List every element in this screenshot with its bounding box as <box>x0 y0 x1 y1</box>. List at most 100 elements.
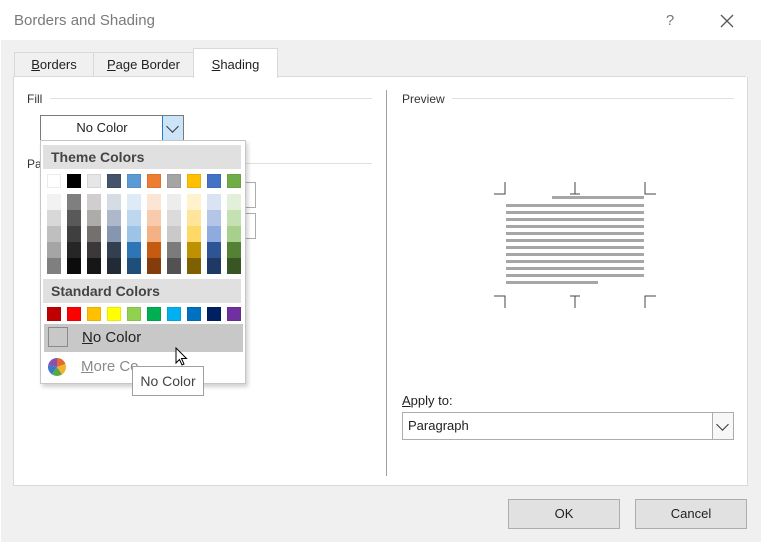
theme-shade-swatch[interactable] <box>127 194 141 210</box>
theme-shade-swatch[interactable] <box>187 194 201 210</box>
apply-to-mnemonic: A <box>402 393 411 408</box>
standard-color-swatch[interactable] <box>67 307 81 321</box>
theme-shade-swatch[interactable] <box>47 194 61 210</box>
theme-shade-swatch[interactable] <box>227 210 241 226</box>
theme-shade-swatch[interactable] <box>147 210 161 226</box>
theme-shade-swatch[interactable] <box>227 226 241 242</box>
theme-color-swatch[interactable] <box>67 174 81 188</box>
theme-shade-swatch[interactable] <box>127 258 141 274</box>
theme-shade-swatch[interactable] <box>167 210 181 226</box>
tab-shading-label: hading <box>220 57 260 72</box>
standard-color-swatch[interactable] <box>227 307 241 321</box>
theme-color-swatch[interactable] <box>107 174 121 188</box>
tab-shading-mnemonic: S <box>211 57 221 72</box>
theme-shade-swatch[interactable] <box>147 258 161 274</box>
theme-shade-swatch[interactable] <box>87 194 101 210</box>
tab-borders-mnemonic: B <box>31 57 40 72</box>
theme-shade-swatch[interactable] <box>87 210 101 226</box>
apply-to-dropdown-button[interactable] <box>712 413 733 439</box>
standard-color-swatch[interactable] <box>47 307 61 321</box>
tab-shading[interactable]: Shading <box>193 48 278 78</box>
no-color-label-wrap: No Color <box>82 329 141 346</box>
cancel-button[interactable]: Cancel <box>635 499 747 529</box>
theme-shade-swatch[interactable] <box>127 226 141 242</box>
fill-dropdown[interactable]: No Color <box>40 115 184 141</box>
help-button[interactable]: ? <box>660 11 680 31</box>
theme-shade-swatch[interactable] <box>87 258 101 274</box>
no-color-swatch <box>48 327 68 347</box>
preview-label: Preview <box>402 92 445 106</box>
theme-shade-swatch[interactable] <box>147 242 161 258</box>
no-color-mnemonic: N <box>82 329 93 346</box>
standard-color-swatch[interactable] <box>187 307 201 321</box>
preview-area <box>490 180 660 310</box>
theme-shade-swatch[interactable] <box>67 194 81 210</box>
apply-to-value: Paragraph <box>408 418 469 433</box>
fill-dropdown-button[interactable] <box>162 116 183 140</box>
theme-shade-swatch[interactable] <box>147 226 161 242</box>
theme-shade-swatch[interactable] <box>227 242 241 258</box>
theme-shade-swatch[interactable] <box>67 226 81 242</box>
theme-shade-swatch[interactable] <box>187 242 201 258</box>
standard-color-swatch[interactable] <box>147 307 161 321</box>
theme-color-swatch[interactable] <box>47 174 61 188</box>
theme-shade-swatch[interactable] <box>187 210 201 226</box>
theme-shade-swatch[interactable] <box>47 226 61 242</box>
theme-shade-swatch[interactable] <box>127 210 141 226</box>
panel-divider <box>386 90 387 476</box>
theme-shade-swatch[interactable] <box>107 226 121 242</box>
theme-shade-swatch[interactable] <box>147 194 161 210</box>
standard-color-swatch[interactable] <box>207 307 221 321</box>
theme-color-swatch[interactable] <box>87 174 101 188</box>
fill-label: Fill <box>27 92 43 106</box>
theme-shade-swatch[interactable] <box>87 242 101 258</box>
theme-shade-swatch[interactable] <box>127 242 141 258</box>
theme-shade-swatch[interactable] <box>167 226 181 242</box>
theme-colors-heading: Theme Colors <box>43 145 241 169</box>
more-colors-item[interactable]: More Co <box>81 358 139 375</box>
theme-shade-swatch[interactable] <box>187 258 201 274</box>
chevron-down-icon <box>716 418 729 431</box>
theme-shade-swatch[interactable] <box>107 210 121 226</box>
theme-shade-swatch[interactable] <box>87 226 101 242</box>
theme-shade-swatch[interactable] <box>107 258 121 274</box>
theme-color-swatch[interactable] <box>227 174 241 188</box>
theme-shade-swatch[interactable] <box>207 210 221 226</box>
theme-shade-swatch[interactable] <box>187 226 201 242</box>
theme-shade-swatch[interactable] <box>107 242 121 258</box>
theme-shade-swatch[interactable] <box>167 242 181 258</box>
theme-color-swatch[interactable] <box>147 174 161 188</box>
standard-color-swatch[interactable] <box>107 307 121 321</box>
theme-shade-swatch[interactable] <box>67 258 81 274</box>
standard-color-swatch[interactable] <box>87 307 101 321</box>
theme-shade-swatch[interactable] <box>107 194 121 210</box>
fill-dropdown-value: No Color <box>76 120 128 135</box>
theme-shade-swatch[interactable] <box>227 194 241 210</box>
ok-button[interactable]: OK <box>508 499 620 529</box>
theme-shade-swatch[interactable] <box>167 258 181 274</box>
theme-shade-swatch[interactable] <box>207 226 221 242</box>
theme-shade-swatch[interactable] <box>47 242 61 258</box>
theme-shade-swatch[interactable] <box>167 194 181 210</box>
no-color-item[interactable]: No Color <box>44 324 243 352</box>
theme-color-swatch[interactable] <box>207 174 221 188</box>
theme-shade-swatch[interactable] <box>67 210 81 226</box>
theme-shade-swatch[interactable] <box>47 258 61 274</box>
tab-page-border[interactable]: Page Border <box>93 52 194 77</box>
theme-shade-swatch[interactable] <box>227 258 241 274</box>
apply-to-dropdown[interactable]: Paragraph <box>402 412 734 440</box>
theme-shade-swatch[interactable] <box>47 210 61 226</box>
standard-color-swatch[interactable] <box>127 307 141 321</box>
theme-shade-swatch[interactable] <box>67 242 81 258</box>
theme-color-swatch[interactable] <box>187 174 201 188</box>
dialog-title: Borders and Shading <box>14 12 155 29</box>
theme-shade-swatch[interactable] <box>207 242 221 258</box>
theme-shade-swatch[interactable] <box>207 258 221 274</box>
tab-borders[interactable]: Borders <box>14 52 94 77</box>
theme-color-swatch[interactable] <box>127 174 141 188</box>
theme-shade-swatch[interactable] <box>207 194 221 210</box>
standard-color-swatch[interactable] <box>167 307 181 321</box>
close-icon[interactable] <box>716 10 738 32</box>
theme-color-swatch[interactable] <box>167 174 181 188</box>
apply-to-text: pply to: <box>410 393 453 408</box>
